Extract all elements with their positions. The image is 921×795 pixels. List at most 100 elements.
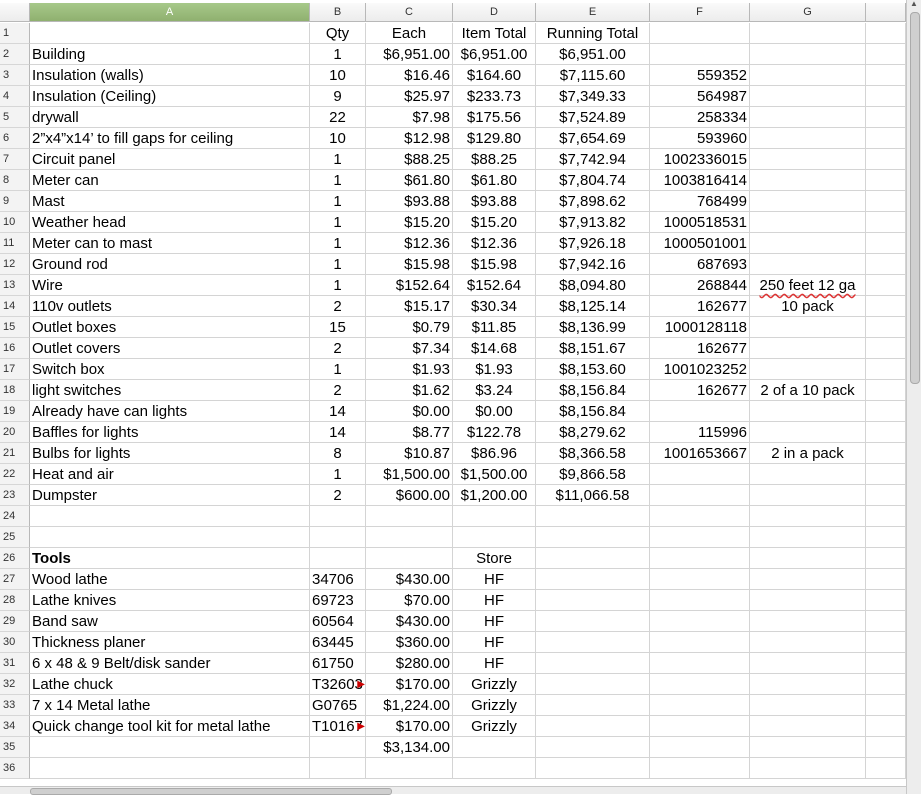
cell-b19[interactable]: 14 <box>310 401 366 422</box>
cell-filler[interactable] <box>866 590 906 611</box>
cell-b18[interactable]: 2 <box>310 380 366 401</box>
cell-c36[interactable] <box>366 758 453 779</box>
cell-filler[interactable] <box>866 443 906 464</box>
cell-e25[interactable] <box>536 527 650 548</box>
row-header[interactable]: 18 <box>0 380 30 401</box>
cell-a6[interactable]: 2”x4”x14’ to fill gaps for ceiling <box>30 128 310 149</box>
cell-a23[interactable]: Dumpster <box>30 485 310 506</box>
cell-a11[interactable]: Meter can to mast <box>30 233 310 254</box>
cell-g14[interactable]: 10 pack <box>750 296 866 317</box>
row-header[interactable]: 6 <box>0 128 30 149</box>
cell-c27[interactable]: $430.00 <box>366 569 453 590</box>
cell-filler[interactable] <box>866 758 906 779</box>
cell-filler[interactable] <box>866 107 906 128</box>
row-header[interactable]: 30 <box>0 632 30 653</box>
cell-e36[interactable] <box>536 758 650 779</box>
cell-b3[interactable]: 10 <box>310 65 366 86</box>
cell-filler[interactable] <box>866 128 906 149</box>
cell-f33[interactable] <box>650 695 750 716</box>
cell-d12[interactable]: $15.98 <box>453 254 536 275</box>
row-header[interactable]: 26 <box>0 548 30 569</box>
cell-b7[interactable]: 1 <box>310 149 366 170</box>
cell-filler[interactable] <box>866 695 906 716</box>
cell-c6[interactable]: $12.98 <box>366 128 453 149</box>
cell-d16[interactable]: $14.68 <box>453 338 536 359</box>
cell-f35[interactable] <box>650 737 750 758</box>
cell-f31[interactable] <box>650 653 750 674</box>
cell-f5[interactable]: 258334 <box>650 107 750 128</box>
cell-b17[interactable]: 1 <box>310 359 366 380</box>
cell-g17[interactable] <box>750 359 866 380</box>
cell-c12[interactable]: $15.98 <box>366 254 453 275</box>
cell-a18[interactable]: light switches <box>30 380 310 401</box>
cell-filler[interactable] <box>866 401 906 422</box>
cell-f3[interactable]: 559352 <box>650 65 750 86</box>
row-header[interactable]: 36 <box>0 758 30 779</box>
row-header[interactable]: 29 <box>0 611 30 632</box>
row-header[interactable]: 7 <box>0 149 30 170</box>
cell-e4[interactable]: $7,349.33 <box>536 86 650 107</box>
cell-e29[interactable] <box>536 611 650 632</box>
row-header[interactable]: 31 <box>0 653 30 674</box>
cell-g24[interactable] <box>750 506 866 527</box>
cell-d2[interactable]: $6,951.00 <box>453 44 536 65</box>
cell-f22[interactable] <box>650 464 750 485</box>
cell-e19[interactable]: $8,156.84 <box>536 401 650 422</box>
cell-f19[interactable] <box>650 401 750 422</box>
cell-e3[interactable]: $7,115.60 <box>536 65 650 86</box>
cell-b36[interactable] <box>310 758 366 779</box>
cell-d19[interactable]: $0.00 <box>453 401 536 422</box>
cell-f18[interactable]: 162677 <box>650 380 750 401</box>
cell-b32[interactable]: T32603 ▶ <box>310 674 366 695</box>
cell-e20[interactable]: $8,279.62 <box>536 422 650 443</box>
cell-filler[interactable] <box>866 422 906 443</box>
cell-e22[interactable]: $9,866.58 <box>536 464 650 485</box>
cell-g4[interactable] <box>750 86 866 107</box>
cell-d28[interactable]: HF <box>453 590 536 611</box>
cell-c15[interactable]: $0.79 <box>366 317 453 338</box>
cell-e11[interactable]: $7,926.18 <box>536 233 650 254</box>
cell-c14[interactable]: $15.17 <box>366 296 453 317</box>
cell-filler[interactable] <box>866 23 906 44</box>
row-header[interactable]: 14 <box>0 296 30 317</box>
cell-b15[interactable]: 15 <box>310 317 366 338</box>
row-header[interactable]: 15 <box>0 317 30 338</box>
cell-e21[interactable]: $8,366.58 <box>536 443 650 464</box>
cell-filler[interactable] <box>866 275 906 296</box>
cell-c26[interactable] <box>366 548 453 569</box>
cell-e30[interactable] <box>536 632 650 653</box>
cell-b21[interactable]: 8 <box>310 443 366 464</box>
row-header[interactable]: 25 <box>0 527 30 548</box>
vertical-scroll-thumb[interactable] <box>910 12 920 384</box>
cell-g32[interactable] <box>750 674 866 695</box>
cell-b14[interactable]: 2 <box>310 296 366 317</box>
cell-b26[interactable] <box>310 548 366 569</box>
cell-g21[interactable]: 2 in a pack <box>750 443 866 464</box>
cell-filler[interactable] <box>866 506 906 527</box>
cell-c24[interactable] <box>366 506 453 527</box>
cell-b20[interactable]: 14 <box>310 422 366 443</box>
vertical-scrollbar[interactable]: ▲ <box>906 0 921 794</box>
cell-d4[interactable]: $233.73 <box>453 86 536 107</box>
row-header[interactable]: 19 <box>0 401 30 422</box>
cell-b30[interactable]: 63445 <box>310 632 366 653</box>
cell-e9[interactable]: $7,898.62 <box>536 191 650 212</box>
cell-d35[interactable] <box>453 737 536 758</box>
cell-c5[interactable]: $7.98 <box>366 107 453 128</box>
cell-a31[interactable]: 6 x 48 & 9 Belt/disk sander <box>30 653 310 674</box>
cell-f23[interactable] <box>650 485 750 506</box>
horizontal-scrollbar[interactable] <box>0 786 906 795</box>
cell-e12[interactable]: $7,942.16 <box>536 254 650 275</box>
cell-d9[interactable]: $93.88 <box>453 191 536 212</box>
cell-g28[interactable] <box>750 590 866 611</box>
cell-f32[interactable] <box>650 674 750 695</box>
cell-b12[interactable]: 1 <box>310 254 366 275</box>
cell-a4[interactable]: Insulation (Ceiling) <box>30 86 310 107</box>
cell-d14[interactable]: $30.34 <box>453 296 536 317</box>
cell-c10[interactable]: $15.20 <box>366 212 453 233</box>
cell-a32[interactable]: Lathe chuck <box>30 674 310 695</box>
cell-d18[interactable]: $3.24 <box>453 380 536 401</box>
column-header-d[interactable]: D <box>453 3 536 22</box>
cell-a7[interactable]: Circuit panel <box>30 149 310 170</box>
cell-e28[interactable] <box>536 590 650 611</box>
